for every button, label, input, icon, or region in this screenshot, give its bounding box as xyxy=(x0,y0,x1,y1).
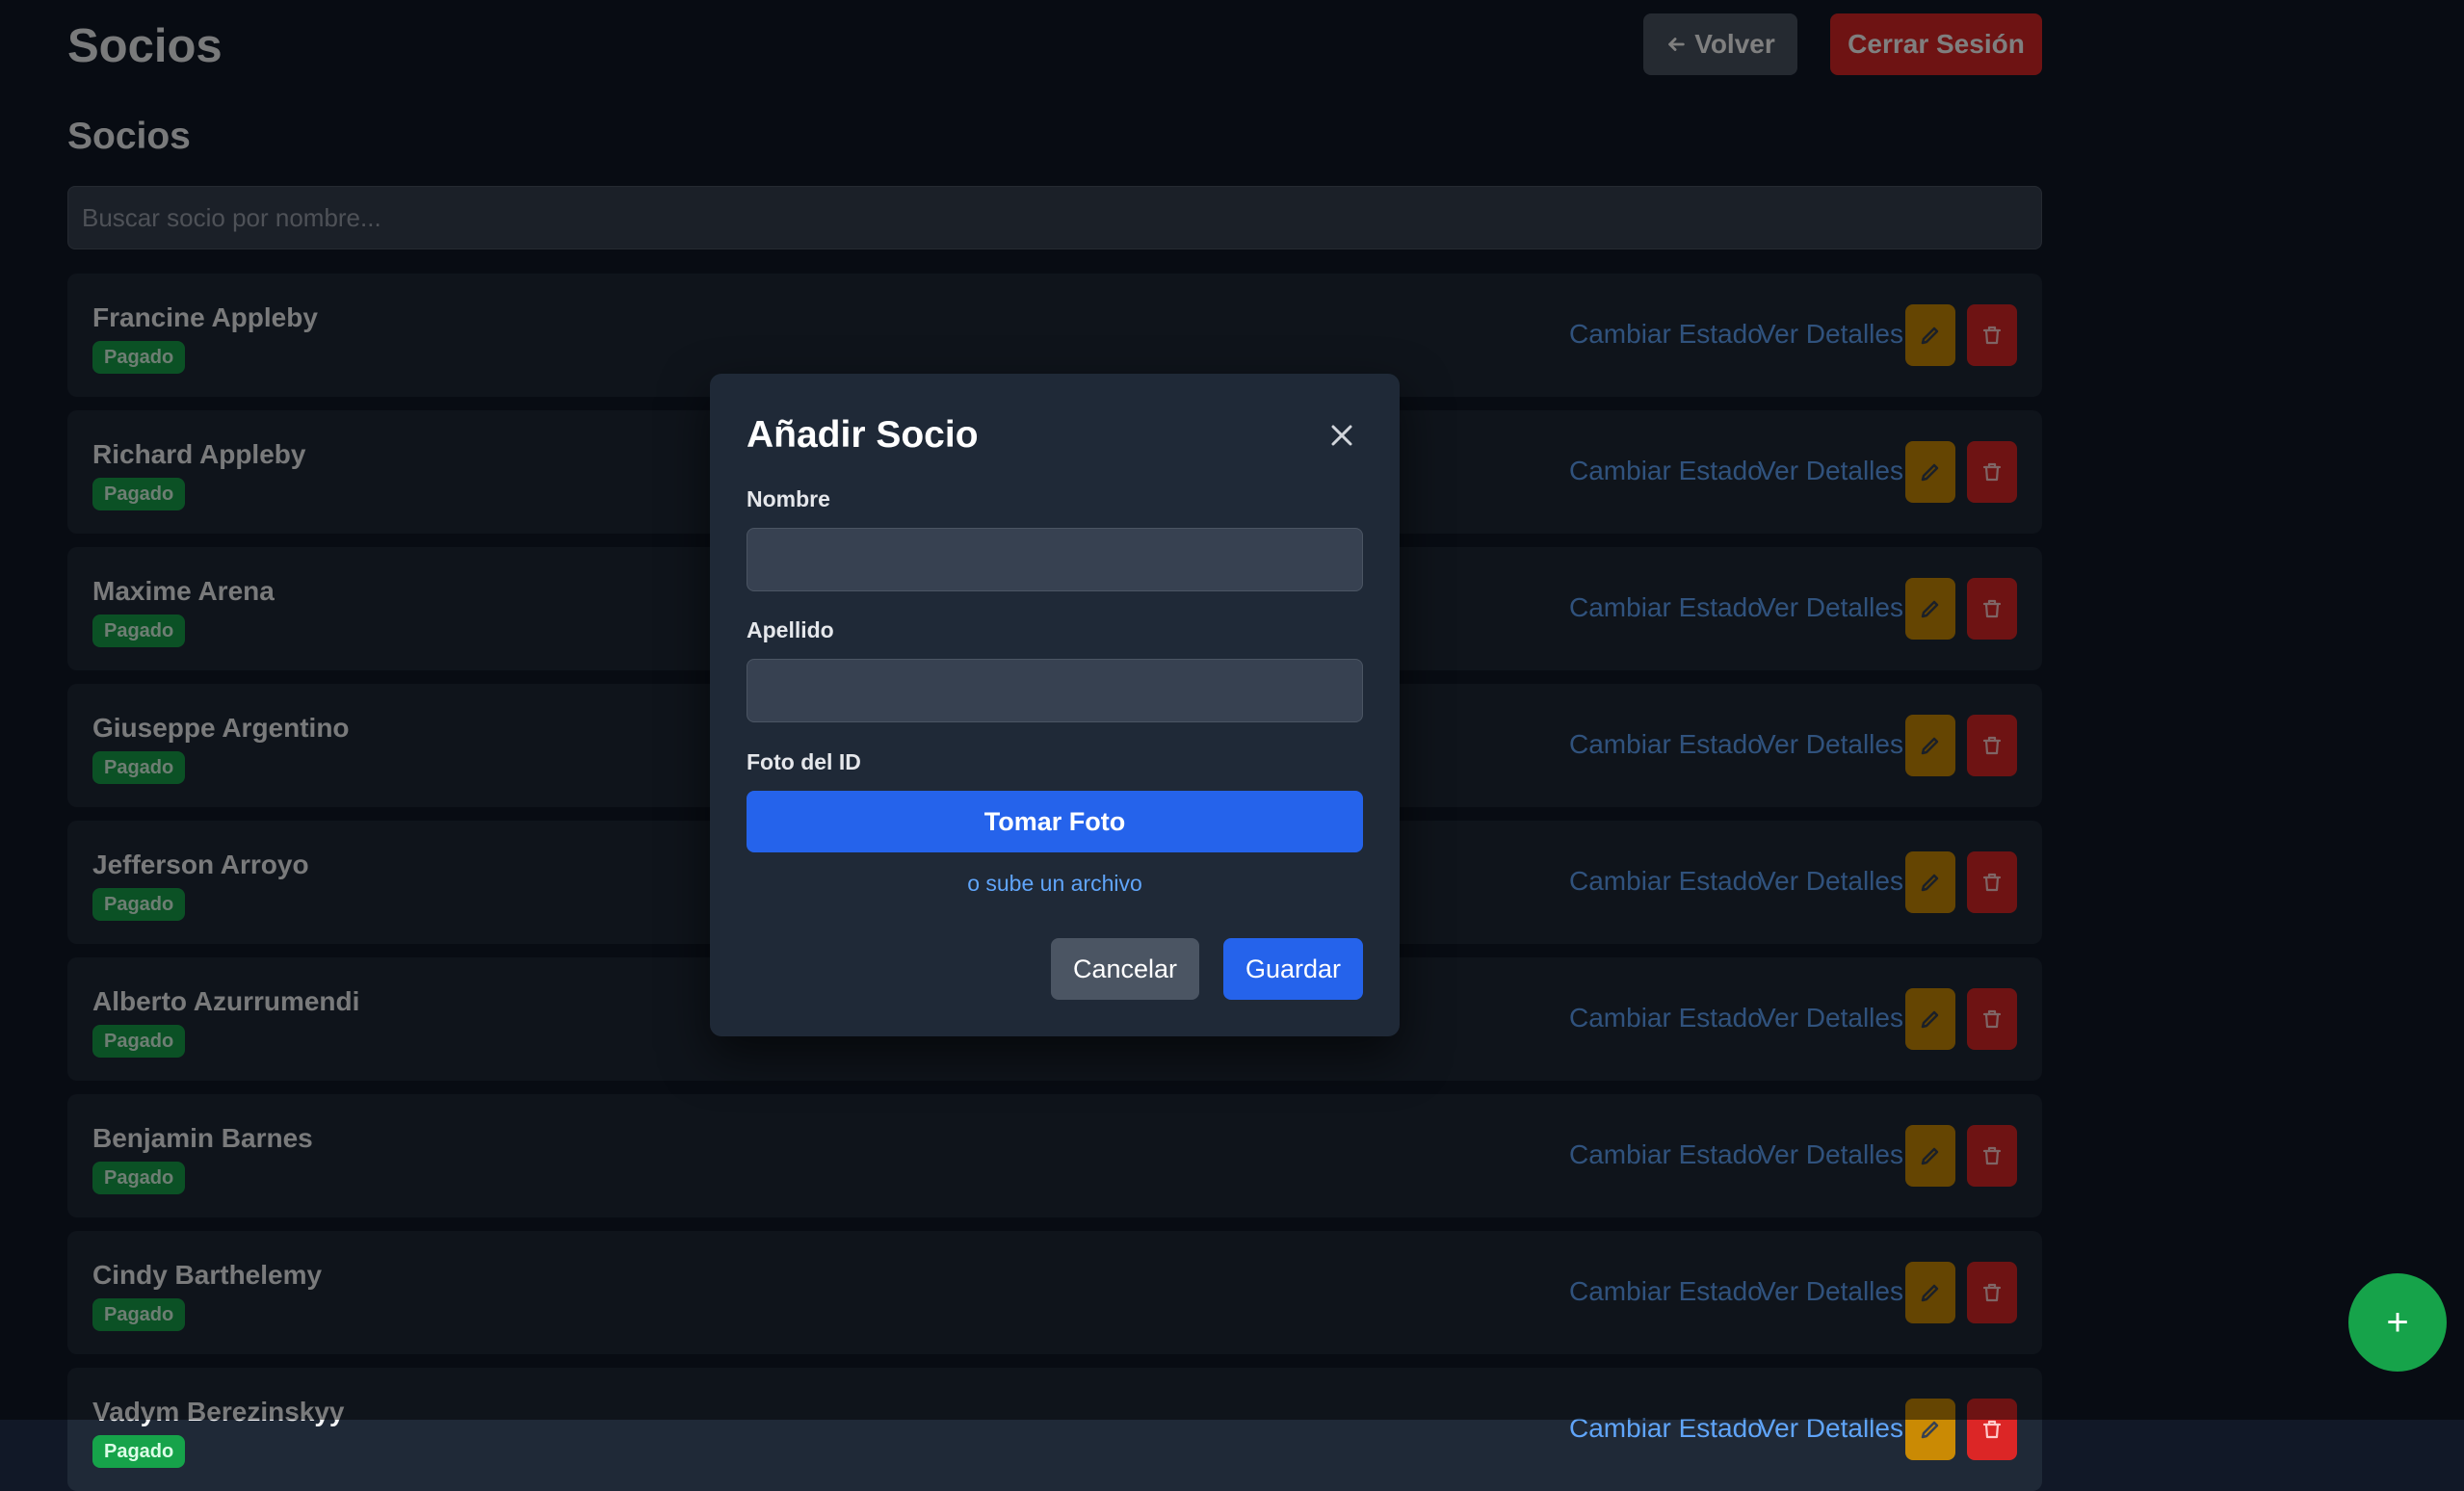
upload-file-link[interactable]: o sube un archivo xyxy=(747,871,1363,897)
trash-icon xyxy=(1982,1420,2002,1439)
take-photo-button[interactable]: Tomar Foto xyxy=(747,791,1363,852)
page: Socios Volver Cerrar Sesión Socios Franc… xyxy=(0,0,2464,1491)
plus-icon: + xyxy=(2386,1300,2409,1344)
add-member-fab[interactable]: + xyxy=(2348,1273,2447,1372)
pencil-icon xyxy=(1921,1421,1939,1439)
modal-title: Añadir Socio xyxy=(747,414,979,456)
close-button[interactable] xyxy=(1323,416,1361,455)
status-badge: Pagado xyxy=(92,1435,186,1468)
first-name-label: Nombre xyxy=(747,486,830,511)
close-icon xyxy=(1331,425,1352,446)
last-name-label: Apellido xyxy=(747,617,834,642)
save-button[interactable]: Guardar xyxy=(1223,938,1363,1000)
last-name-field[interactable] xyxy=(747,659,1363,722)
first-name-field[interactable] xyxy=(747,528,1363,591)
cancel-button[interactable]: Cancelar xyxy=(1051,938,1199,1000)
add-member-modal: Añadir Socio Nombre Apellido Foto del ID… xyxy=(710,374,1400,1036)
id-photo-label: Foto del ID xyxy=(747,749,861,774)
